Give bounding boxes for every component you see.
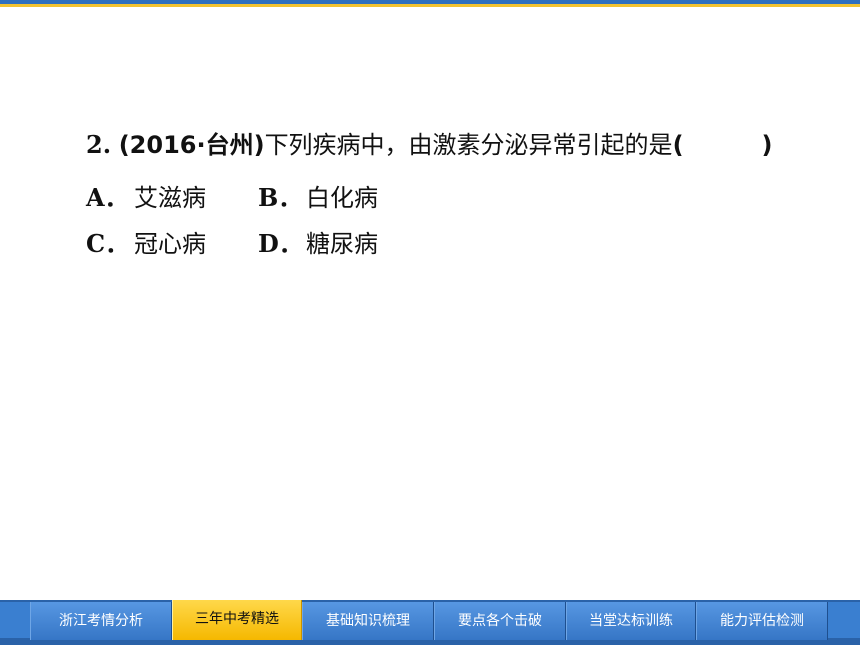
option-a-letter: A．	[86, 183, 129, 212]
option-d-text: 糖尿病	[306, 230, 378, 258]
question-source: (2016·台州)	[118, 131, 265, 159]
option-b-text: 白化病	[306, 184, 378, 212]
option-d: D． 糖尿病	[258, 226, 378, 262]
tab-basic-knowledge-review[interactable]: 基础知识梳理	[302, 602, 434, 640]
option-d-letter: D．	[258, 229, 303, 258]
option-c: C． 冠心病	[86, 226, 206, 262]
tab-in-class-training[interactable]: 当堂达标训练	[566, 602, 696, 640]
option-a-text: 艾滋病	[134, 184, 206, 212]
tab-zhejiang-exam-analysis[interactable]: 浙江考情分析	[30, 602, 172, 640]
option-c-letter: C．	[86, 229, 130, 258]
question-stem: 下列疾病中，由激素分泌异常引起的是	[264, 131, 673, 159]
answer-close-paren: )	[761, 131, 773, 159]
slide: 2. (2016·台州)下列疾病中，由激素分泌异常引起的是() A． 艾滋病 B．…	[0, 0, 860, 645]
answer-open-paren: (	[672, 131, 684, 159]
tab-ability-assessment[interactable]: 能力评估检测	[696, 602, 828, 640]
option-a: A． 艾滋病	[86, 180, 206, 216]
question-text: 2. (2016·台州)下列疾病中，由激素分泌异常引起的是()	[86, 128, 846, 162]
option-b: B． 白化病	[258, 180, 378, 216]
tab-three-year-exam-selection[interactable]: 三年中考精选	[172, 600, 302, 640]
tab-key-points-breakdown[interactable]: 要点各个击破	[434, 602, 566, 640]
question-number: 2.	[86, 130, 112, 159]
option-c-text: 冠心病	[134, 230, 206, 258]
top-accent-stripe	[0, 4, 860, 7]
option-b-letter: B．	[258, 183, 303, 212]
